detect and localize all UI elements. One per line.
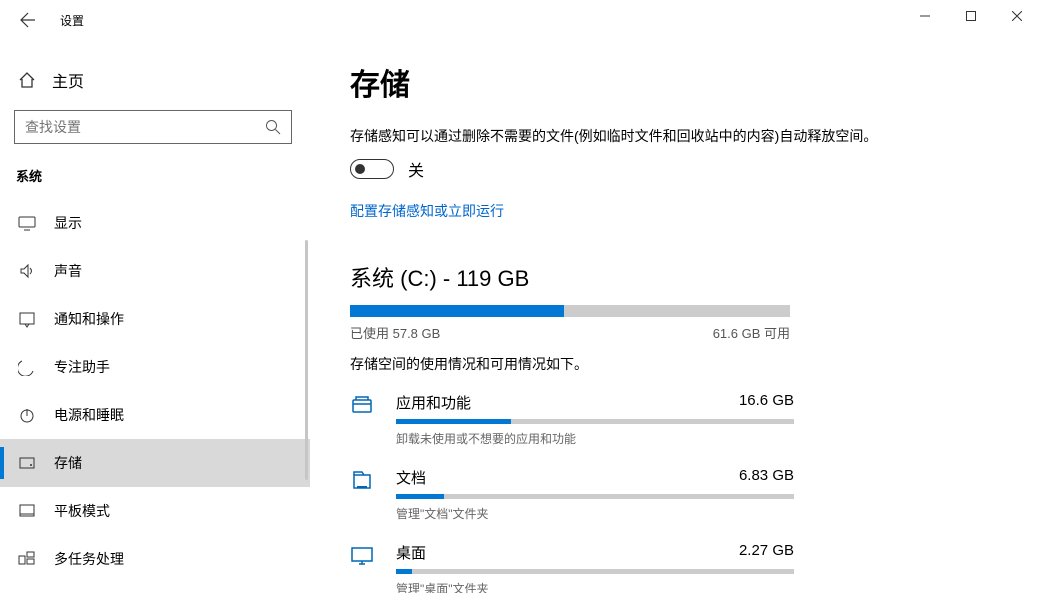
minimize-icon <box>920 11 930 21</box>
category-list: 应用和功能 16.6 GB 卸载未使用或不想要的应用和功能文档 6.83 GB 管理"文… <box>350 392 1000 593</box>
storage-sense-toggle-row: 关 <box>350 157 1000 181</box>
nav-item-sound[interactable]: 声音 <box>0 247 310 295</box>
free-label: 61.6 GB 可用 <box>713 323 790 342</box>
storage-category-docs[interactable]: 文档 6.83 GB 管理"文档"文件夹 <box>350 467 1000 522</box>
content: 存储 存储感知可以通过删除不需要的文件(例如临时文件和回收站中的内容)自动释放空… <box>310 40 1040 593</box>
nav-item-label: 存储 <box>54 453 82 473</box>
category-name: 文档 <box>396 467 426 488</box>
nav-item-label: 声音 <box>54 261 82 281</box>
category-body: 文档 6.83 GB 管理"文档"文件夹 <box>396 467 1000 522</box>
category-bar-fill <box>396 569 412 574</box>
category-size: 6.83 GB <box>739 467 794 488</box>
focus-icon <box>18 358 36 376</box>
docs-icon <box>350 469 374 493</box>
drive-usage-fill <box>350 305 564 317</box>
category-hint: 管理"桌面"文件夹 <box>396 580 1000 593</box>
category-hint: 卸载未使用或不想要的应用和功能 <box>396 430 1000 447</box>
sidebar: 主页 系统 显示声音通知和操作专注助手电源和睡眠存储平板模式多任务处理 <box>0 40 310 593</box>
category-bar-fill <box>396 419 511 424</box>
toggle-state-label: 关 <box>408 157 424 181</box>
drive-usage-bar <box>350 305 790 317</box>
category-name: 应用和功能 <box>396 392 471 413</box>
category-bar <box>396 494 794 499</box>
notify-icon <box>18 310 36 328</box>
tablet-icon <box>18 502 36 520</box>
used-label: 已使用 57.8 GB <box>350 323 440 342</box>
back-button[interactable] <box>8 0 48 40</box>
category-size: 2.27 GB <box>739 542 794 563</box>
close-icon <box>1012 11 1022 21</box>
nav-item-storage[interactable]: 存储 <box>0 439 310 487</box>
storage-sense-toggle[interactable] <box>350 159 394 179</box>
window-title: 设置 <box>60 12 84 29</box>
drive-usage-labels: 已使用 57.8 GB 61.6 GB 可用 <box>350 323 790 342</box>
maximize-button[interactable] <box>948 0 994 32</box>
nav-item-notify[interactable]: 通知和操作 <box>0 295 310 343</box>
home-nav[interactable]: 主页 <box>14 60 310 100</box>
category-bar <box>396 569 794 574</box>
storage-category-apps[interactable]: 应用和功能 16.6 GB 卸载未使用或不想要的应用和功能 <box>350 392 1000 447</box>
power-icon <box>18 406 36 424</box>
category-bar <box>396 419 794 424</box>
category-bar-fill <box>396 494 444 499</box>
search-input[interactable] <box>25 119 265 135</box>
multitask-icon <box>18 550 36 568</box>
search-icon <box>265 119 281 135</box>
category-body: 应用和功能 16.6 GB 卸载未使用或不想要的应用和功能 <box>396 392 1000 447</box>
sound-icon <box>18 262 36 280</box>
nav-item-label: 通知和操作 <box>54 309 124 329</box>
maximize-icon <box>966 11 976 21</box>
nav-item-focus[interactable]: 专注助手 <box>0 343 310 391</box>
close-button[interactable] <box>994 0 1040 32</box>
page-title: 存储 <box>350 60 1000 104</box>
nav-item-display[interactable]: 显示 <box>0 199 310 247</box>
nav-item-multitask[interactable]: 多任务处理 <box>0 535 310 583</box>
nav-list: 显示声音通知和操作专注助手电源和睡眠存储平板模式多任务处理 <box>0 199 310 583</box>
titlebar: 设置 <box>0 0 1040 40</box>
nav-item-tablet[interactable]: 平板模式 <box>0 487 310 535</box>
nav-item-label: 显示 <box>54 213 82 233</box>
search-box[interactable] <box>14 110 292 144</box>
arrow-left-icon <box>20 12 36 28</box>
storage-icon <box>18 454 36 472</box>
category-size: 16.6 GB <box>739 392 794 413</box>
configure-storage-sense-link[interactable]: 配置存储感知或立即运行 <box>350 201 1000 221</box>
nav-item-power[interactable]: 电源和睡眠 <box>0 391 310 439</box>
sidebar-scrollbar[interactable] <box>305 240 308 480</box>
category-body: 桌面 2.27 GB 管理"桌面"文件夹 <box>396 542 1000 593</box>
storage-sense-desc: 存储感知可以通过删除不需要的文件(例如临时文件和回收站中的内容)自动释放空间。 <box>350 126 1000 147</box>
category-name: 桌面 <box>396 542 426 563</box>
minimize-button[interactable] <box>902 0 948 32</box>
apps-icon <box>350 394 374 418</box>
home-label: 主页 <box>52 68 84 92</box>
nav-item-label: 专注助手 <box>54 357 110 377</box>
drive-heading: 系统 (C:) - 119 GB <box>350 261 1000 293</box>
category-label: 系统 <box>14 166 310 185</box>
home-icon <box>18 71 36 89</box>
category-hint: 管理"文档"文件夹 <box>396 505 1000 522</box>
usage-desc: 存储空间的使用情况和可用情况如下。 <box>350 354 1000 374</box>
storage-category-desktop[interactable]: 桌面 2.27 GB 管理"桌面"文件夹 <box>350 542 1000 593</box>
window-controls <box>902 0 1040 32</box>
nav-item-label: 电源和睡眠 <box>54 405 124 425</box>
display-icon <box>18 214 36 232</box>
nav-item-label: 多任务处理 <box>54 549 124 569</box>
desktop-icon <box>350 544 374 568</box>
nav-item-label: 平板模式 <box>54 501 110 521</box>
